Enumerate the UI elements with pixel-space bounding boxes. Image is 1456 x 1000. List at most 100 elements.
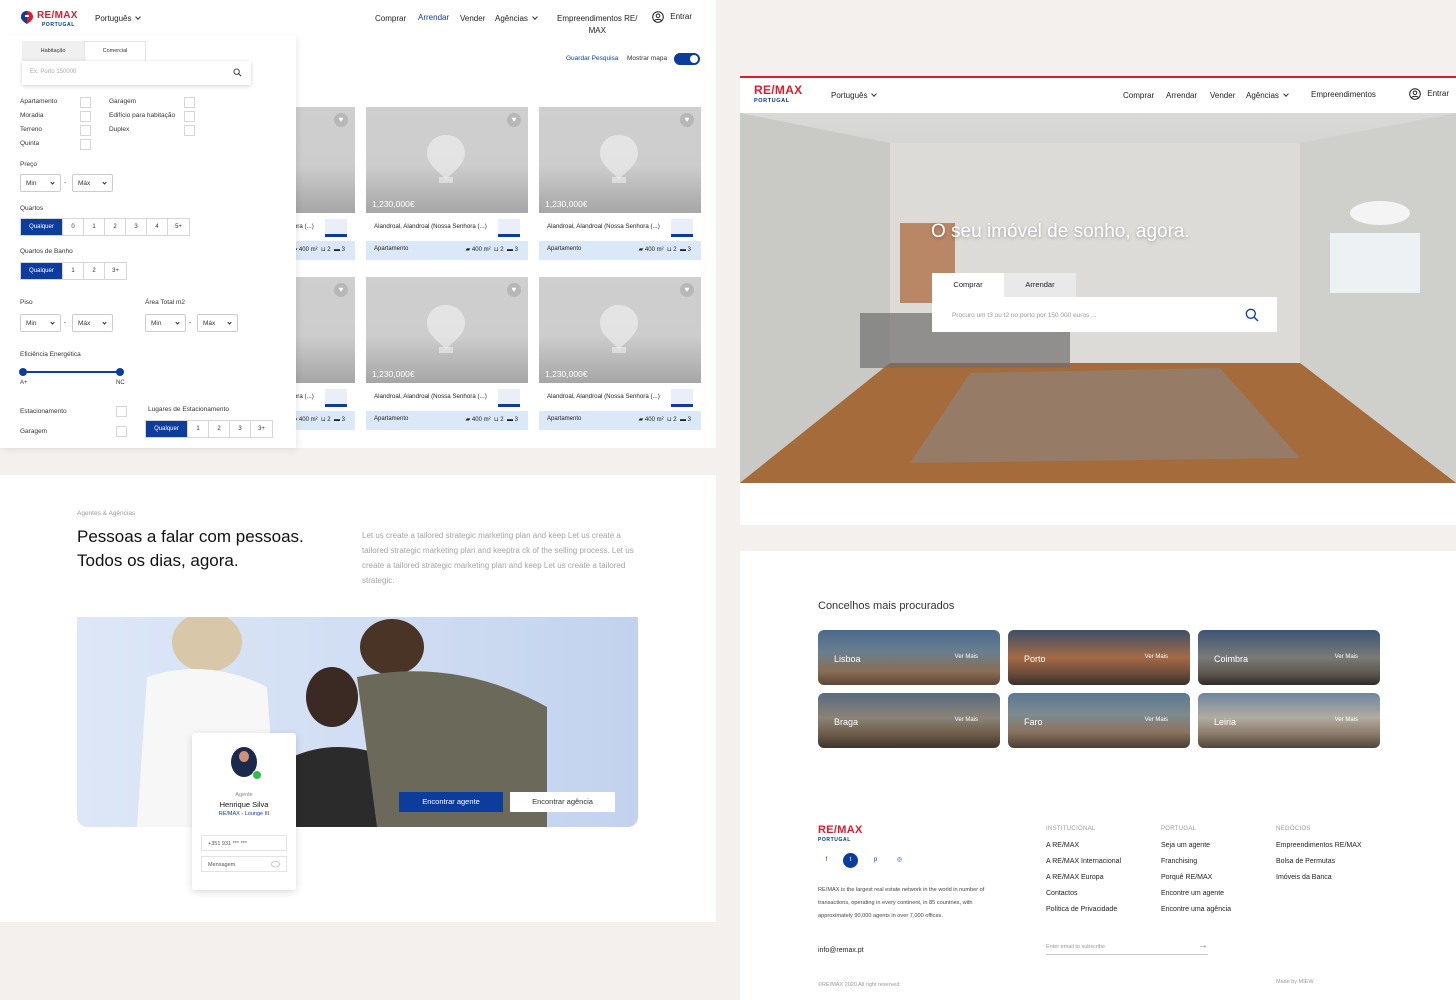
tab-comercial[interactable]: Comercial bbox=[84, 41, 146, 61]
energy-slider-track[interactable] bbox=[23, 371, 120, 373]
agent-avatar[interactable] bbox=[671, 219, 693, 237]
city-tile[interactable]: Coimbra Ver Mais bbox=[1198, 630, 1380, 685]
baths-option[interactable]: Qualquer bbox=[21, 263, 63, 279]
baths-option[interactable]: 2 bbox=[84, 263, 105, 279]
nav-comprar[interactable]: Comprar bbox=[1123, 91, 1154, 100]
floor-max-select[interactable]: Máx bbox=[72, 314, 113, 332]
agent-avatar[interactable] bbox=[671, 389, 693, 407]
nav-agencias[interactable]: Agências bbox=[495, 14, 538, 23]
listing-card[interactable]: ♥ 1,230,000€ Alandroal, Alandroal (Nossa S… bbox=[366, 107, 528, 261]
area-min-select[interactable]: Min bbox=[145, 314, 186, 332]
parking-option[interactable]: 3 bbox=[230, 421, 251, 437]
nav-comprar[interactable]: Comprar bbox=[375, 14, 406, 23]
search-icon[interactable] bbox=[233, 68, 242, 77]
tab-habitacao[interactable]: Habitação bbox=[22, 41, 84, 61]
parking-option[interactable]: 3+ bbox=[251, 421, 272, 437]
baths-option[interactable]: 3+ bbox=[105, 263, 126, 279]
footer-link[interactable]: Imóveis da Banca bbox=[1276, 874, 1332, 881]
nav-vender[interactable]: Vender bbox=[460, 14, 485, 23]
search-input[interactable]: Ex: Porto 150000 bbox=[30, 69, 76, 75]
hero-search-input[interactable]: Procuro um t3 ou t2 no porto por 150 000… bbox=[952, 312, 1097, 319]
agent-avatar[interactable] bbox=[325, 219, 347, 237]
phone-field[interactable]: +351 931 *** *** bbox=[201, 835, 287, 851]
footer-link[interactable]: Encontre uma agência bbox=[1161, 906, 1231, 913]
footer-link[interactable]: A RE/MAX Europa bbox=[1046, 874, 1104, 881]
search-icon[interactable] bbox=[1245, 308, 1259, 322]
pinterest-icon[interactable]: p bbox=[868, 853, 883, 868]
agent-office[interactable]: RE/MAX - Lounge III bbox=[192, 811, 296, 817]
price-min-select[interactable]: Min bbox=[20, 174, 61, 192]
show-map-toggle[interactable] bbox=[674, 53, 700, 65]
type-checkbox[interactable] bbox=[80, 139, 91, 150]
type-checkbox[interactable] bbox=[184, 111, 195, 122]
favorite-heart-icon[interactable]: ♥ bbox=[680, 113, 694, 127]
favorite-heart-icon[interactable]: ♥ bbox=[334, 283, 348, 297]
city-tile[interactable]: Leiria Ver Mais bbox=[1198, 693, 1380, 748]
footer-logo[interactable]: RE/MAX PORTUGAL bbox=[818, 825, 863, 844]
area-max-select[interactable]: Máx bbox=[197, 314, 238, 332]
type-checkbox[interactable] bbox=[80, 111, 91, 122]
filter-search-box[interactable]: Ex: Porto 150000 bbox=[22, 61, 251, 85]
instagram-icon[interactable]: ◎ bbox=[892, 853, 907, 868]
nav-empreendimentos[interactable]: Empreendimentos RE/ MAX bbox=[557, 13, 637, 37]
parking-option[interactable]: Qualquer bbox=[146, 421, 188, 437]
favorite-heart-icon[interactable]: ♥ bbox=[507, 283, 521, 297]
rooms-option[interactable]: 0 bbox=[63, 219, 84, 235]
parking-option[interactable]: 1 bbox=[188, 421, 209, 437]
footer-link[interactable]: Contactos bbox=[1046, 890, 1078, 897]
garage-checkbox[interactable] bbox=[116, 426, 127, 437]
price-max-select[interactable]: Máx bbox=[72, 174, 113, 192]
favorite-heart-icon[interactable]: ♥ bbox=[507, 113, 521, 127]
login-button[interactable]: Entrar bbox=[1409, 88, 1449, 100]
floor-min-select[interactable]: Min bbox=[20, 314, 61, 332]
city-tile[interactable]: Lisboa Ver Mais bbox=[818, 630, 1000, 685]
agent-avatar[interactable] bbox=[498, 219, 520, 237]
type-checkbox[interactable] bbox=[184, 97, 195, 108]
tab-arrendar[interactable]: Arrendar bbox=[1004, 273, 1076, 297]
city-tile[interactable]: Braga Ver Mais bbox=[818, 693, 1000, 748]
footer-link[interactable]: Empreendimentos RE/MAX bbox=[1276, 842, 1362, 849]
arrow-right-icon[interactable]: → bbox=[1198, 940, 1208, 951]
agent-avatar[interactable] bbox=[498, 389, 520, 407]
footer-link[interactable]: Política de Privacidade bbox=[1046, 906, 1117, 913]
energy-slider-handle-min[interactable] bbox=[19, 368, 27, 376]
rooms-option[interactable]: 4 bbox=[147, 219, 168, 235]
nav-arrendar[interactable]: Arrendar bbox=[1166, 91, 1197, 100]
city-more-link[interactable]: Ver Mais bbox=[1145, 654, 1168, 660]
language-select[interactable]: Português bbox=[831, 91, 878, 100]
city-more-link[interactable]: Ver Mais bbox=[1335, 654, 1358, 660]
message-field[interactable]: Mensagem bbox=[201, 856, 287, 872]
find-agent-button[interactable]: Encontrar agente bbox=[399, 792, 503, 812]
listing-card[interactable]: ♥ 1,230,000€ Alandroal, Alandroal (Nossa S… bbox=[366, 277, 528, 431]
footer-link[interactable]: Bolsa de Permutas bbox=[1276, 858, 1335, 865]
energy-slider-handle-max[interactable] bbox=[116, 368, 124, 376]
language-select[interactable]: Português bbox=[95, 14, 142, 23]
footer-email[interactable]: info@remax.pt bbox=[818, 947, 864, 954]
nav-empreendimentos[interactable]: Empreendimentos bbox=[1311, 90, 1376, 99]
twitter-icon[interactable]: t bbox=[843, 853, 858, 868]
subscribe-field[interactable]: Enter email to subscribe → bbox=[1046, 939, 1208, 955]
remax-logo[interactable]: RE/MAX PORTUGAL bbox=[754, 84, 824, 106]
favorite-heart-icon[interactable]: ♥ bbox=[334, 113, 348, 127]
rooms-option[interactable]: 5+ bbox=[168, 219, 189, 235]
footer-link[interactable]: A RE/MAX Internacional bbox=[1046, 858, 1121, 865]
type-checkbox[interactable] bbox=[80, 97, 91, 108]
footer-link[interactable]: Encontre um agente bbox=[1161, 890, 1224, 897]
favorite-heart-icon[interactable]: ♥ bbox=[680, 283, 694, 297]
agent-avatar[interactable] bbox=[325, 389, 347, 407]
baths-option[interactable]: 1 bbox=[63, 263, 84, 279]
rooms-option[interactable]: Qualquer bbox=[21, 219, 63, 235]
listing-card[interactable]: ♥ 1,230,000€ Alandroal, Alandroal (Nossa S… bbox=[539, 107, 701, 261]
remax-logo[interactable]: RE/MAX PORTUGAL bbox=[20, 9, 80, 29]
rooms-option[interactable]: 1 bbox=[84, 219, 105, 235]
find-agency-button[interactable]: Encontrar agência bbox=[510, 792, 615, 812]
save-search-link[interactable]: Guardar Pesquisa bbox=[566, 55, 618, 62]
subscribe-input[interactable]: Enter email to subscribe bbox=[1046, 944, 1105, 950]
city-tile[interactable]: Faro Ver Mais bbox=[1008, 693, 1190, 748]
footer-link[interactable]: Franchising bbox=[1161, 858, 1197, 865]
city-more-link[interactable]: Ver Mais bbox=[955, 717, 978, 723]
nav-vender[interactable]: Vender bbox=[1210, 91, 1235, 100]
footer-link[interactable]: A RE/MAX bbox=[1046, 842, 1079, 849]
footer-link[interactable]: Seja um agente bbox=[1161, 842, 1210, 849]
footer-link[interactable]: Porquê RE/MAX bbox=[1161, 874, 1212, 881]
